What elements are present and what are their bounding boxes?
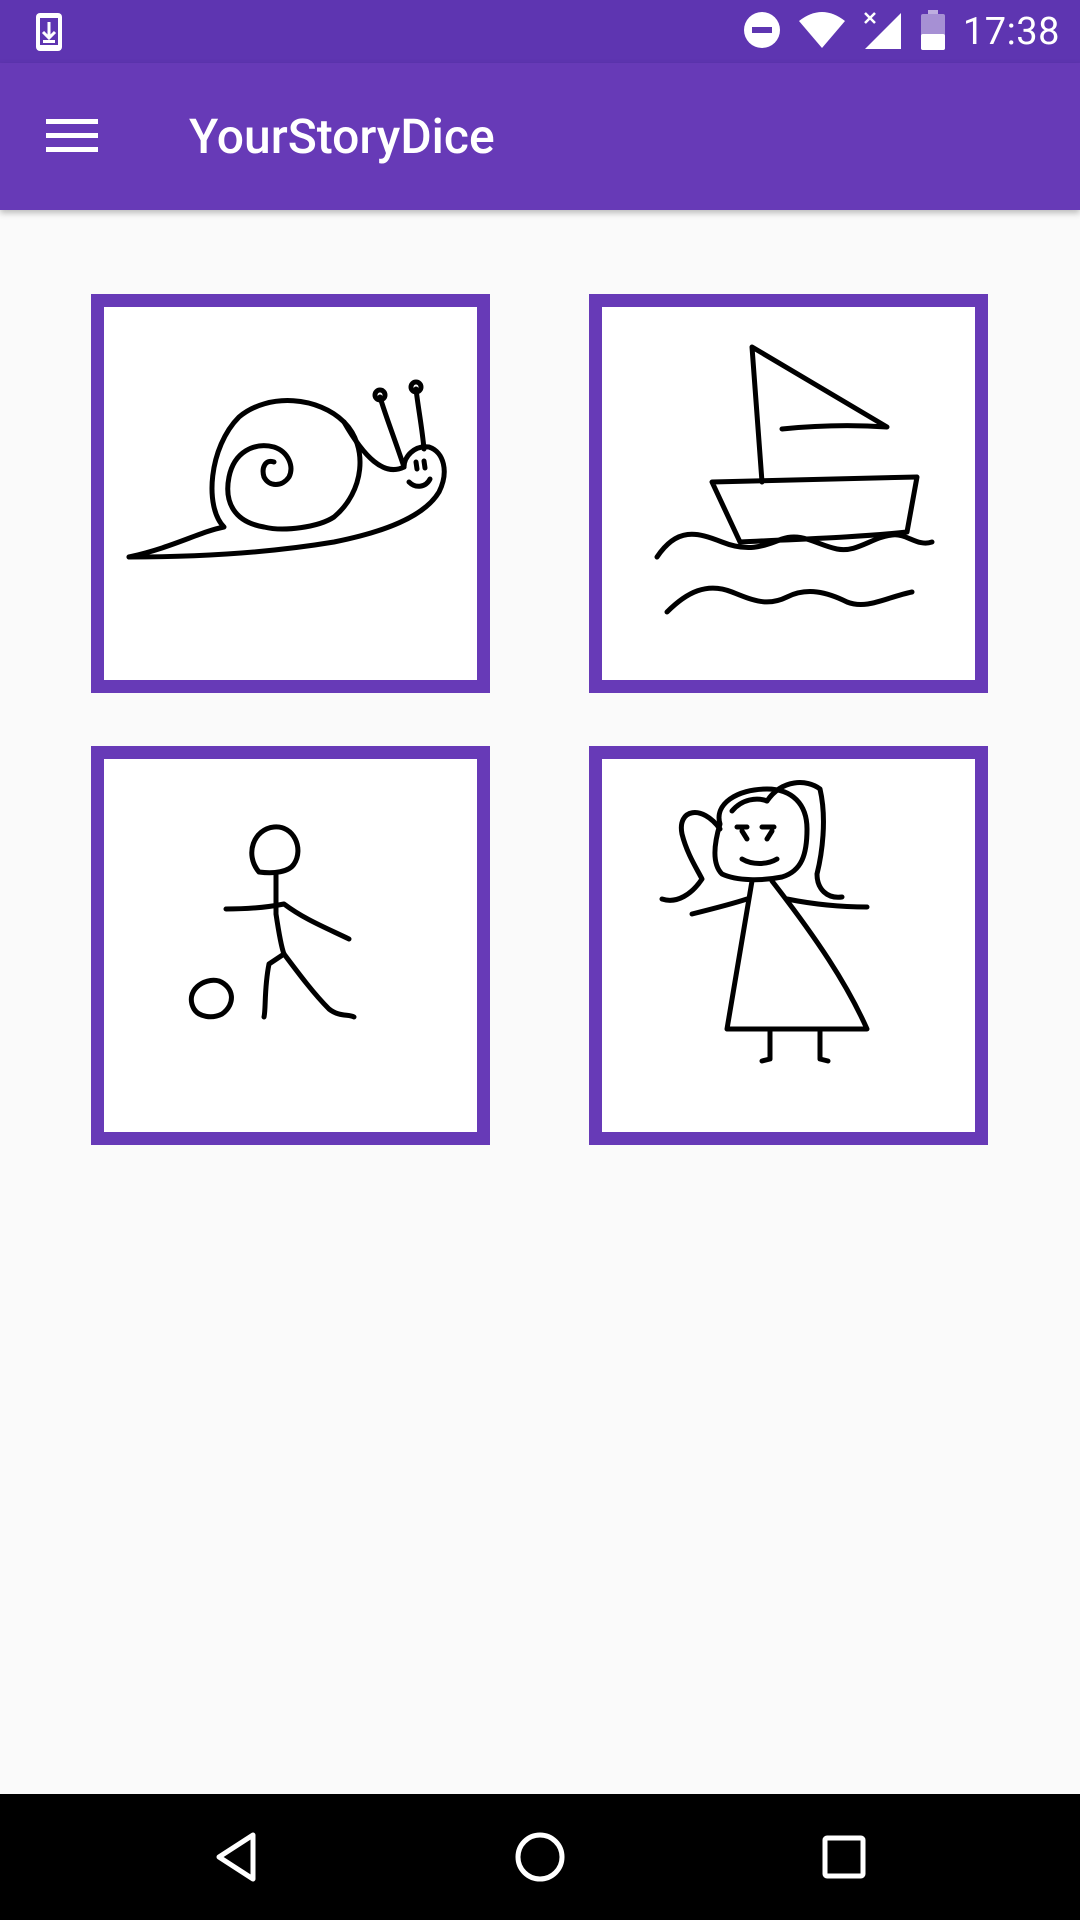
system-navigation-bar bbox=[0, 1794, 1080, 1920]
back-icon[interactable] bbox=[196, 1822, 276, 1892]
app-title: YourStoryDice bbox=[189, 108, 495, 165]
story-die-soccer-player[interactable] bbox=[91, 746, 490, 1145]
download-notification-icon bbox=[34, 12, 64, 52]
home-icon[interactable] bbox=[500, 1822, 580, 1892]
story-die-girl[interactable] bbox=[589, 746, 988, 1145]
stick-figure-kicking-ball-drawing bbox=[189, 824, 357, 1020]
recents-icon[interactable] bbox=[804, 1822, 884, 1892]
snail-drawing bbox=[126, 379, 447, 560]
story-die-snail[interactable] bbox=[91, 294, 490, 693]
girl-drawing bbox=[659, 780, 870, 1064]
clock: 17:38 bbox=[962, 9, 1060, 54]
hamburger-menu-icon[interactable] bbox=[36, 108, 108, 164]
sailboat-drawing bbox=[654, 344, 935, 615]
status-bar: 17:38 bbox=[0, 0, 1080, 63]
do-not-disturb-icon bbox=[743, 11, 781, 53]
mobile-signal-icon bbox=[863, 11, 903, 53]
battery-icon bbox=[920, 9, 945, 54]
story-die-sailboat[interactable] bbox=[589, 294, 988, 693]
app-bar: YourStoryDice bbox=[0, 63, 1080, 210]
wifi-icon bbox=[798, 11, 845, 52]
